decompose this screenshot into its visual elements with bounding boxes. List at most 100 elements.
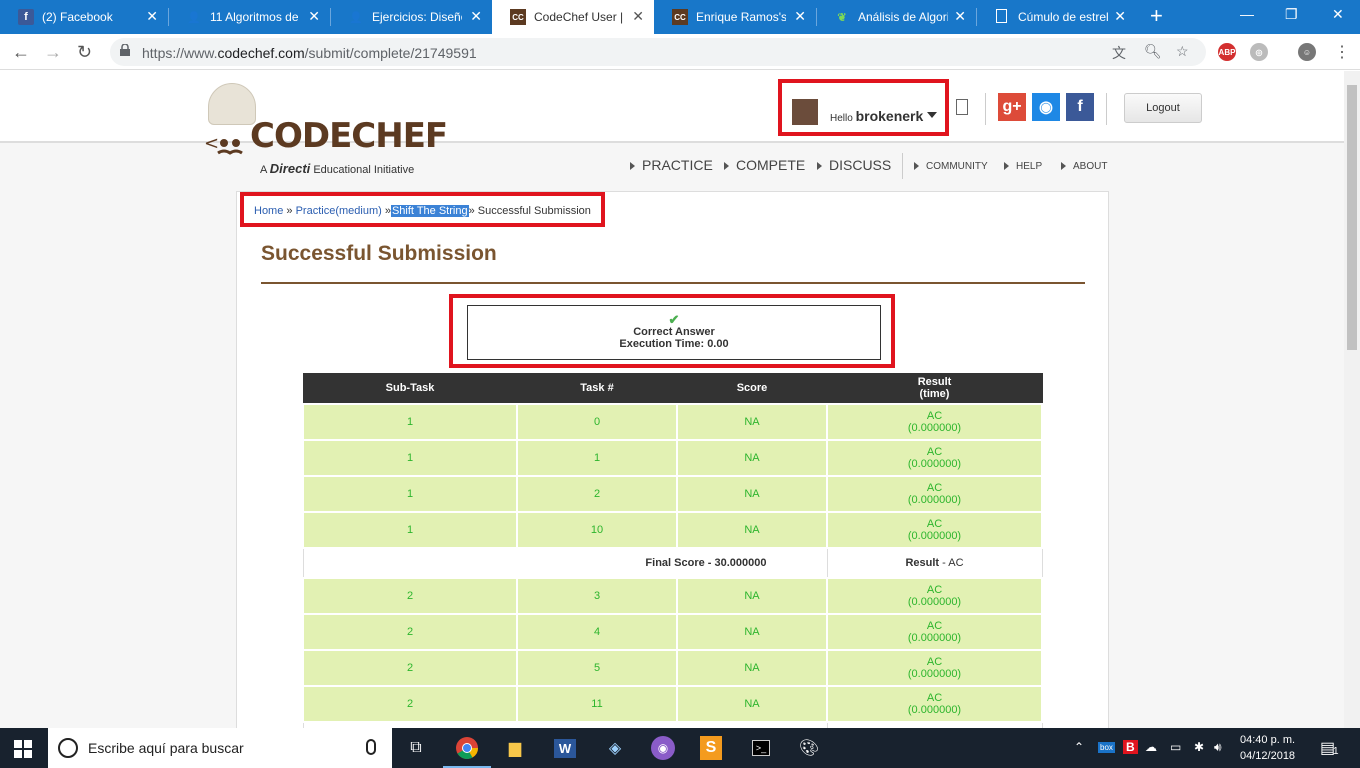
tab-facebook[interactable]: f (2) Facebook ✕ bbox=[0, 0, 168, 34]
box-icon[interactable]: box bbox=[1098, 742, 1115, 753]
time-value: (0.000000) bbox=[907, 703, 962, 716]
facebook-favicon-icon: f bbox=[18, 9, 34, 25]
cell-subtask: 1 bbox=[302, 474, 518, 513]
user-menu[interactable]: Hello brokenerk bbox=[778, 79, 949, 136]
breadcrumb-problem[interactable]: Shift The String bbox=[390, 205, 469, 217]
tab-title: 11 Algoritmos de bbox=[210, 10, 299, 24]
tab-analisis[interactable]: ❦ Análisis de Algorit ✕ bbox=[816, 0, 976, 34]
chrome-icon[interactable] bbox=[443, 728, 491, 768]
tab-codechef-user[interactable]: CC CodeChef User | C ✕ bbox=[492, 0, 654, 34]
sublime-text-icon[interactable]: S bbox=[687, 728, 735, 768]
tab-enrique-ramos[interactable]: CC Enrique Ramos's s ✕ bbox=[654, 0, 816, 34]
lock-icon bbox=[120, 44, 130, 56]
address-bar[interactable]: https://www.codechef.com/submit/complete… bbox=[110, 38, 1206, 66]
table-row: 2 4 NA AC (0.000000) bbox=[302, 612, 1043, 651]
final-result: Result - AC bbox=[826, 547, 1043, 578]
github-icon[interactable]: ◉ bbox=[1032, 93, 1060, 121]
taskbar-search[interactable]: Escribe aquí para buscar bbox=[48, 728, 392, 768]
task-view-icon[interactable]: ⧉ bbox=[392, 728, 440, 768]
adblock-icon[interactable]: ABP bbox=[1218, 43, 1236, 61]
tab-algoritmos[interactable]: 👤 11 Algoritmos de ✕ bbox=[168, 0, 330, 34]
bitdefender-icon[interactable]: B bbox=[1123, 740, 1138, 754]
new-tab-button[interactable]: + bbox=[1150, 5, 1163, 27]
caret-right-icon bbox=[724, 162, 729, 171]
bluetooth-icon[interactable]: ✱ bbox=[1194, 740, 1204, 754]
main-content: Home » Practice(medium) »Shift The Strin… bbox=[236, 191, 1109, 728]
breadcrumb-separator: » bbox=[468, 205, 475, 217]
discord-icon[interactable]: ◎ bbox=[1250, 43, 1268, 61]
tab-ejercicios[interactable]: 👤 Ejercicios: Diseño ✕ bbox=[330, 0, 492, 34]
cell-result: AC (0.000000) bbox=[826, 612, 1043, 651]
nav-compete[interactable]: COMPETE bbox=[724, 157, 805, 173]
chevron-down-icon[interactable] bbox=[927, 112, 937, 118]
close-icon[interactable]: ✕ bbox=[470, 8, 482, 25]
chevron-up-icon[interactable]: ⌃ bbox=[1074, 740, 1084, 754]
tab-title: (2) Facebook bbox=[42, 10, 113, 24]
cell-task: 2 bbox=[516, 474, 678, 513]
breadcrumb-highlight-box: Home » Practice(medium) »Shift The Strin… bbox=[240, 192, 605, 227]
result-summary: ✔ Correct Answer Execution Time: 0.00 bbox=[467, 305, 881, 360]
url-domain: codechef.com bbox=[217, 45, 305, 61]
time-value: (0.000000) bbox=[907, 667, 962, 680]
logout-button[interactable]: Logout bbox=[1124, 93, 1202, 123]
network-icon[interactable]: ▭ bbox=[1170, 740, 1181, 754]
header-result-label: Result bbox=[917, 376, 952, 389]
facebook-icon[interactable]: f bbox=[1066, 93, 1094, 121]
scrollbar-thumb[interactable] bbox=[1347, 85, 1357, 350]
result-value: AC bbox=[926, 655, 943, 668]
cloud-icon[interactable]: ☁ bbox=[1145, 740, 1157, 754]
terminal-icon[interactable]: >_ bbox=[737, 728, 785, 768]
notes-icon[interactable] bbox=[956, 99, 968, 115]
bookmark-star-icon[interactable]: ☆ bbox=[1176, 43, 1189, 60]
nav-community[interactable]: COMMUNITY bbox=[914, 161, 988, 172]
file-explorer-icon[interactable]: ▆ bbox=[491, 728, 539, 768]
nav-practice[interactable]: PRACTICE bbox=[630, 157, 713, 173]
breadcrumb-practice[interactable]: Practice(medium) bbox=[296, 205, 382, 217]
close-icon[interactable]: ✕ bbox=[146, 8, 158, 25]
back-arrow-icon[interactable]: ← bbox=[12, 42, 30, 63]
close-window-icon[interactable]: ✕ bbox=[1332, 6, 1344, 23]
minimize-icon[interactable]: — bbox=[1240, 6, 1254, 22]
nav-discuss[interactable]: DISCUSS bbox=[817, 157, 891, 173]
paint-icon[interactable]: 🎨︎ bbox=[785, 728, 833, 768]
codechef-logo[interactable]: < CODECHEF A Directi Educational Initiat… bbox=[200, 83, 448, 178]
word-icon[interactable]: W bbox=[541, 728, 589, 768]
close-icon[interactable]: ✕ bbox=[1114, 8, 1126, 25]
cell-task: 1 bbox=[516, 438, 678, 477]
github-desktop-icon[interactable]: ◉ bbox=[639, 728, 687, 768]
menu-kebab-icon[interactable]: ⋮ bbox=[1334, 42, 1350, 62]
nav-about[interactable]: ABOUT bbox=[1061, 161, 1107, 172]
chrome-logo-icon bbox=[456, 737, 478, 759]
nav-help[interactable]: HELP bbox=[1004, 161, 1042, 172]
close-icon[interactable]: ✕ bbox=[794, 8, 806, 25]
volume-icon[interactable]: 🔊︎ bbox=[1214, 740, 1222, 755]
close-icon[interactable]: ✕ bbox=[632, 8, 644, 25]
github-label: ◉ bbox=[1039, 99, 1053, 116]
restore-icon[interactable]: ❐ bbox=[1285, 6, 1298, 23]
windows-start-icon[interactable] bbox=[14, 740, 32, 758]
cell-task: 10 bbox=[516, 510, 678, 549]
divider bbox=[985, 93, 986, 125]
breadcrumb-separator: » bbox=[286, 205, 293, 217]
breadcrumb-home[interactable]: Home bbox=[254, 205, 283, 217]
cell-score: NA bbox=[676, 648, 828, 687]
translate-icon[interactable]: 文 bbox=[1112, 43, 1126, 63]
document-favicon-icon bbox=[996, 9, 1007, 23]
result-status: Correct Answer bbox=[633, 326, 715, 338]
forward-arrow-icon[interactable]: → bbox=[44, 42, 62, 63]
time-value: (0.000000) bbox=[907, 595, 962, 608]
close-icon[interactable]: ✕ bbox=[954, 8, 966, 25]
microphone-icon[interactable] bbox=[366, 739, 376, 755]
zoom-icon[interactable]: 🔍︎ bbox=[1144, 43, 1162, 60]
profile-avatar[interactable]: ☺ bbox=[1298, 43, 1316, 61]
virtualbox-icon[interactable]: ◈ bbox=[591, 728, 639, 768]
tab-cumulo[interactable]: Cúmulo de estrell ✕ bbox=[976, 0, 1136, 34]
page-scrollbar[interactable] bbox=[1344, 71, 1360, 728]
cell-result: AC (0.000000) bbox=[826, 438, 1043, 477]
time-value: (0.000000) bbox=[907, 631, 962, 644]
google-plus-icon[interactable]: g+ bbox=[998, 93, 1026, 121]
close-icon[interactable]: ✕ bbox=[308, 8, 320, 25]
notification-count: 1 bbox=[1333, 746, 1339, 757]
reload-icon[interactable]: ↻ bbox=[77, 42, 92, 63]
system-clock[interactable]: 04:40 p. m. 04/12/2018 bbox=[1240, 732, 1295, 764]
